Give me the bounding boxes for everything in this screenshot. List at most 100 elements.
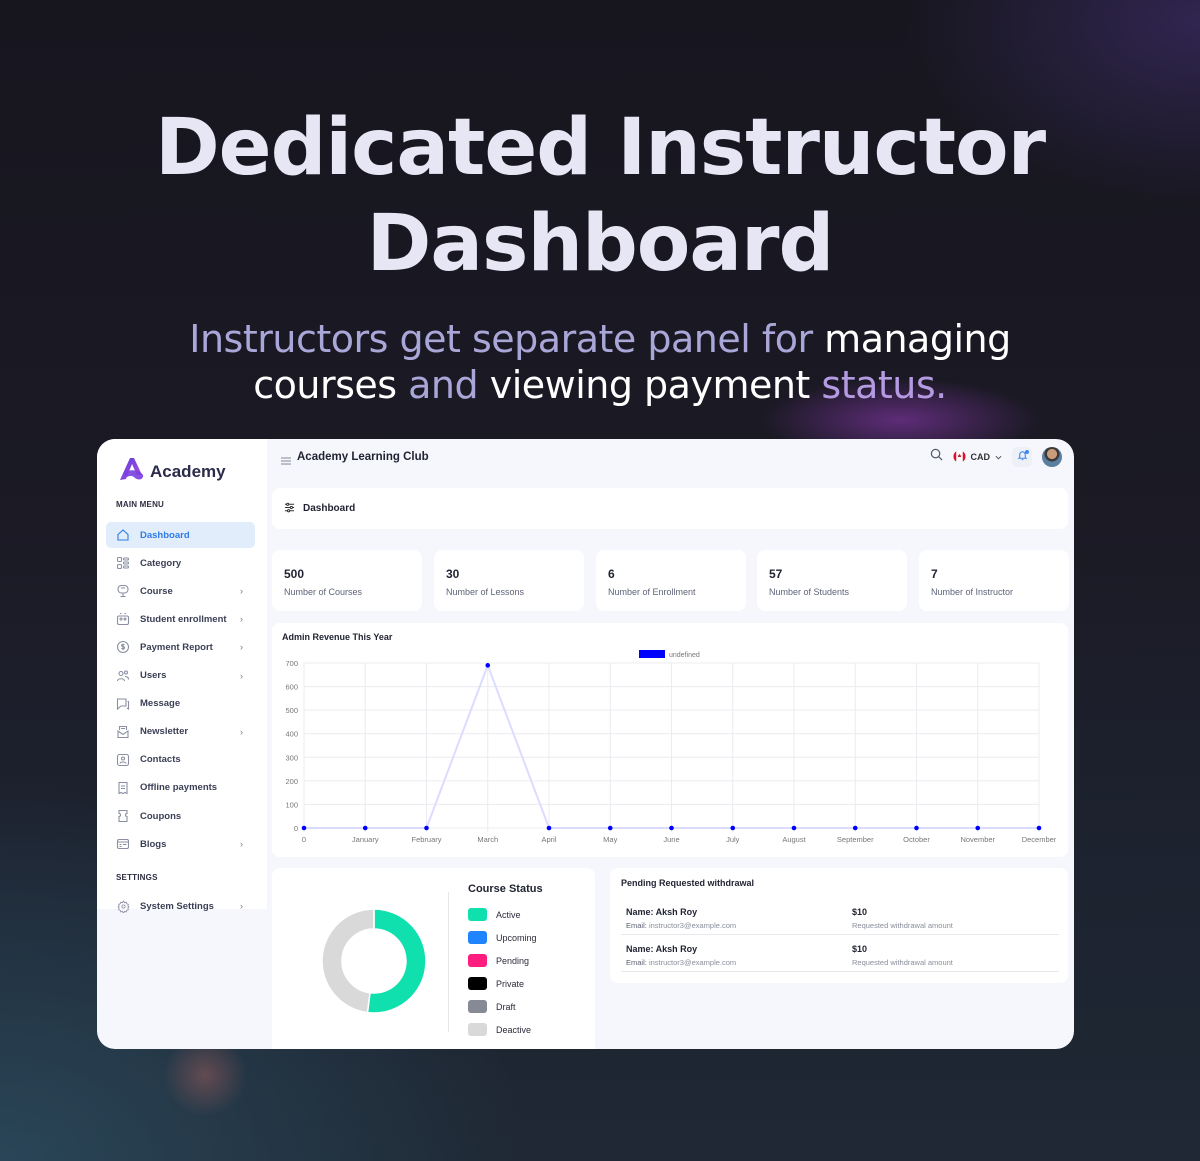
legend-swatch xyxy=(468,1000,487,1013)
legend-swatch xyxy=(468,977,487,990)
main-menu-label: MAIN MENU xyxy=(116,500,165,509)
course-status-donut xyxy=(321,908,427,1014)
withdrawal-amount: $10 xyxy=(852,944,868,954)
withdrawal-title: Pending Requested withdrawal xyxy=(621,878,755,888)
x-tick-label: July xyxy=(726,835,740,844)
currency-label: CAD xyxy=(970,452,991,462)
sidebar-item-label: Users xyxy=(140,670,167,681)
stat-value: 57 xyxy=(769,567,783,581)
sidebar-item-contacts[interactable]: Contacts xyxy=(106,747,255,773)
legend-item-draft[interactable]: Draft xyxy=(468,1000,516,1013)
stat-card-students[interactable]: 57 Number of Students xyxy=(757,550,907,611)
legend-item-deactive[interactable]: Deactive xyxy=(468,1023,531,1036)
legend-label: undefined xyxy=(669,652,700,659)
user-avatar[interactable] xyxy=(1042,447,1062,467)
sidebar-item-label: System Settings xyxy=(140,900,214,912)
notification-dot xyxy=(1025,450,1029,454)
subtitle-highlight: courses xyxy=(253,363,397,407)
message-icon xyxy=(116,697,130,711)
legend-item-pending[interactable]: Pending xyxy=(468,954,529,967)
sidebar-item-system-settings[interactable]: System Settings › xyxy=(106,893,255,919)
newsletter-icon xyxy=(116,725,130,739)
stat-card-enrollment[interactable]: 6 Number of Enrollment xyxy=(596,550,746,611)
sidebar-item-student-enrollment[interactable]: Student enrollment › xyxy=(106,606,255,632)
stat-card-lessons[interactable]: 30 Number of Lessons xyxy=(434,550,584,611)
legend-label: Active xyxy=(496,909,521,920)
sidebar-item-message[interactable]: Message xyxy=(106,691,255,717)
chevron-right-icon: › xyxy=(240,901,243,911)
y-tick-label: 0 xyxy=(294,824,298,833)
withdrawal-email: Email: instructor3@example.com xyxy=(626,958,736,967)
course-icon xyxy=(116,584,130,598)
y-tick-label: 500 xyxy=(285,706,298,715)
stat-value: 7 xyxy=(931,567,938,581)
sidebar-item-label: Contacts xyxy=(140,754,181,766)
x-tick-label: October xyxy=(903,835,930,844)
stat-card-instructors[interactable]: 7 Number of Instructor xyxy=(919,550,1069,611)
chevron-right-icon: › xyxy=(240,642,243,653)
chevron-right-icon: › xyxy=(240,726,243,737)
data-point xyxy=(607,825,613,831)
topbar-actions: CAD xyxy=(930,447,1062,467)
legend-label: Draft xyxy=(496,1001,516,1012)
y-tick-label: 200 xyxy=(285,777,298,786)
legend-label: Private xyxy=(496,978,525,989)
course-status-card: Course Status Active Upcoming Pending Priva… xyxy=(272,868,595,1049)
revenue-line-chart: 0 100 200 300 400 500 600 700 0 January February Ma… xyxy=(285,650,1057,844)
legend-item-active[interactable]: Active xyxy=(468,908,521,921)
x-tick-label: February xyxy=(411,835,441,844)
withdrawal-name: Name: Aksh Roy xyxy=(626,944,698,954)
legend-label: Pending xyxy=(496,955,530,966)
email-value: instructor3@example.com xyxy=(648,921,737,930)
sidebar-item-users[interactable]: Users › xyxy=(106,663,255,689)
subtitle-highlight: managing xyxy=(824,317,1011,361)
stat-value: 6 xyxy=(608,567,615,581)
sidebar-item-dashboard[interactable]: Dashboard xyxy=(106,522,255,548)
search-icon[interactable] xyxy=(930,448,943,466)
stat-label: Number of Lessons xyxy=(446,587,525,597)
stat-label: Number of Students xyxy=(769,587,850,597)
data-point xyxy=(301,825,307,831)
legend-swatch xyxy=(468,908,487,921)
sidebar-item-course[interactable]: Course › xyxy=(106,578,255,604)
legend-item-upcoming[interactable]: Upcoming xyxy=(468,931,537,944)
x-tick-label: June xyxy=(663,835,679,844)
withdrawal-row[interactable]: Name: Aksh Roy Email: instructor3@exampl… xyxy=(621,935,1059,972)
legend-item-private[interactable]: Private xyxy=(468,977,524,990)
logo[interactable]: Academy xyxy=(117,455,226,488)
data-point xyxy=(730,825,736,831)
sidebar-item-blogs[interactable]: Blogs › xyxy=(106,831,255,857)
chevron-right-icon: › xyxy=(240,839,243,850)
donut-slice-active[interactable] xyxy=(366,908,427,1014)
data-point xyxy=(852,825,858,831)
contact-icon xyxy=(116,753,130,767)
currency-selector[interactable]: CAD xyxy=(952,449,1003,465)
sidebar-item-payment-report[interactable]: Payment Report › xyxy=(106,634,255,660)
legend-label: Upcoming xyxy=(496,932,537,943)
subtitle-part: status. xyxy=(809,363,947,407)
x-tick-label: September xyxy=(837,835,874,844)
donut-slice-deactive[interactable] xyxy=(321,908,375,1014)
x-tick-label: November xyxy=(960,835,995,844)
sidebar-item-label: Newsletter xyxy=(140,726,189,738)
data-point xyxy=(546,825,552,831)
category-icon xyxy=(116,556,130,570)
data-point xyxy=(914,825,919,831)
sidebar-item-offline-payments[interactable]: Offline payments xyxy=(106,775,255,801)
withdrawal-row[interactable]: Name: Aksh Roy Email: instructor3@exampl… xyxy=(621,898,1059,935)
sidebar: Academy MAIN MENU Dashboard Category Cours… xyxy=(97,439,267,913)
y-tick-label: 300 xyxy=(285,753,298,762)
sidebar-item-category[interactable]: Category xyxy=(106,550,255,576)
canada-flag-icon xyxy=(952,449,966,465)
sidebar-item-newsletter[interactable]: Newsletter › xyxy=(106,719,255,745)
stat-card-courses[interactable]: 500 Number of Courses xyxy=(272,550,422,611)
withdrawal-name: Name: Aksh Roy xyxy=(626,907,698,917)
x-tick-label: January xyxy=(352,835,379,844)
subtitle-highlight: viewing payment xyxy=(489,363,811,407)
hamburger-menu-icon[interactable] xyxy=(281,452,291,470)
sidebar-item-coupons[interactable]: Coupons xyxy=(106,803,255,829)
sidebar-item-label: Category xyxy=(140,557,182,569)
notification-button[interactable] xyxy=(1012,447,1032,467)
sidebar-item-label: Offline payments xyxy=(140,782,218,794)
sliders-icon xyxy=(284,500,295,518)
